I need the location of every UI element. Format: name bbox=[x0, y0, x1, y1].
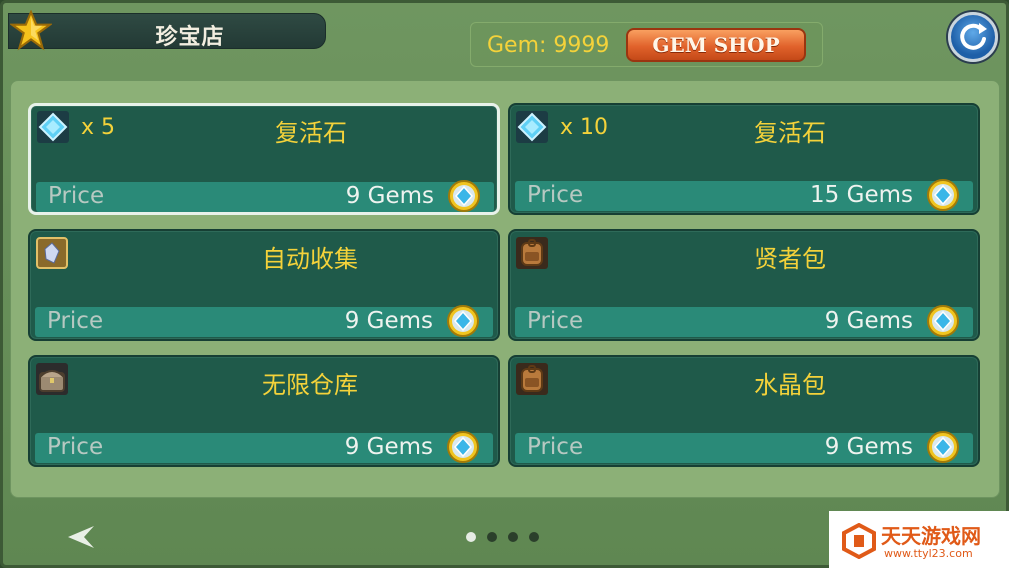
crystal-scroll-icon bbox=[36, 237, 68, 269]
page-dot[interactable] bbox=[508, 532, 518, 542]
item-name: 复活石 bbox=[275, 119, 347, 147]
gem-coin-icon bbox=[448, 180, 480, 212]
storage-chest-icon bbox=[36, 363, 68, 395]
gem-coin-icon bbox=[927, 305, 959, 337]
price-value: 9 Gems bbox=[344, 308, 433, 334]
price-value: 15 Gems bbox=[810, 182, 913, 208]
price-bar: Price 9 Gems bbox=[515, 305, 973, 337]
blue-gem-icon bbox=[516, 111, 548, 143]
price-value: 9 Gems bbox=[344, 434, 433, 460]
watermark: 天天游戏网 www.ttyl23.com bbox=[829, 511, 1009, 568]
price-bar: Price 15 Gems bbox=[515, 179, 973, 211]
shop-item-card[interactable]: 无限仓库 Price 9 Gems bbox=[28, 355, 500, 467]
watermark-title: 天天游戏网 bbox=[881, 524, 981, 548]
price-label: Price bbox=[48, 183, 105, 209]
refresh-icon bbox=[960, 23, 987, 50]
item-name: 复活石 bbox=[754, 119, 826, 147]
price-label: Price bbox=[527, 182, 584, 208]
gem-shop-button[interactable]: GEM SHOP bbox=[626, 28, 806, 62]
watermark-logo-icon bbox=[842, 523, 876, 559]
item-name: 水晶包 bbox=[754, 371, 826, 399]
item-quantity: x 5 bbox=[81, 115, 116, 140]
refresh-button[interactable] bbox=[948, 12, 998, 62]
back-arrow-icon[interactable] bbox=[66, 524, 96, 550]
backpack-icon bbox=[516, 363, 548, 395]
shop-item-card[interactable]: 贤者包 Price 9 Gems bbox=[508, 229, 980, 341]
price-bar: Price 9 Gems bbox=[515, 431, 973, 463]
price-bar: Price 9 Gems bbox=[36, 180, 494, 212]
price-bar: Price 9 Gems bbox=[35, 431, 493, 463]
price-label: Price bbox=[47, 308, 104, 334]
star-icon bbox=[10, 10, 52, 51]
page-dot[interactable] bbox=[487, 532, 497, 542]
gem-coin-icon bbox=[927, 431, 959, 463]
gem-coin-icon bbox=[927, 179, 959, 211]
gem-coin-icon bbox=[447, 305, 479, 337]
gem-coin-icon bbox=[447, 431, 479, 463]
shop-item-card[interactable]: x 5 复活石 Price 9 Gems bbox=[28, 103, 500, 215]
backpack-icon bbox=[516, 237, 548, 269]
shop-item-card[interactable]: 自动收集 Price 9 Gems bbox=[28, 229, 500, 341]
page-indicator bbox=[466, 532, 546, 544]
price-value: 9 Gems bbox=[824, 308, 913, 334]
price-label: Price bbox=[527, 308, 584, 334]
price-label: Price bbox=[527, 434, 584, 460]
price-bar: Price 9 Gems bbox=[35, 305, 493, 337]
price-value: 9 Gems bbox=[345, 183, 434, 209]
price-value: 9 Gems bbox=[824, 434, 913, 460]
page-dot[interactable] bbox=[529, 532, 539, 542]
page-title: 珍宝店 bbox=[155, 25, 225, 50]
price-label: Price bbox=[47, 434, 104, 460]
blue-gem-icon bbox=[37, 111, 69, 143]
watermark-url: www.ttyl23.com bbox=[884, 547, 973, 560]
item-name: 贤者包 bbox=[754, 245, 826, 273]
shop-item-card[interactable]: x 10 复活石 Price 15 Gems bbox=[508, 103, 980, 215]
item-quantity: x 10 bbox=[560, 115, 609, 140]
shop-item-card[interactable]: 水晶包 Price 9 Gems bbox=[508, 355, 980, 467]
page-dot[interactable] bbox=[466, 532, 476, 542]
item-name: 自动收集 bbox=[262, 245, 358, 273]
item-name: 无限仓库 bbox=[262, 371, 358, 399]
gem-balance: Gem: 9999 bbox=[487, 33, 610, 58]
